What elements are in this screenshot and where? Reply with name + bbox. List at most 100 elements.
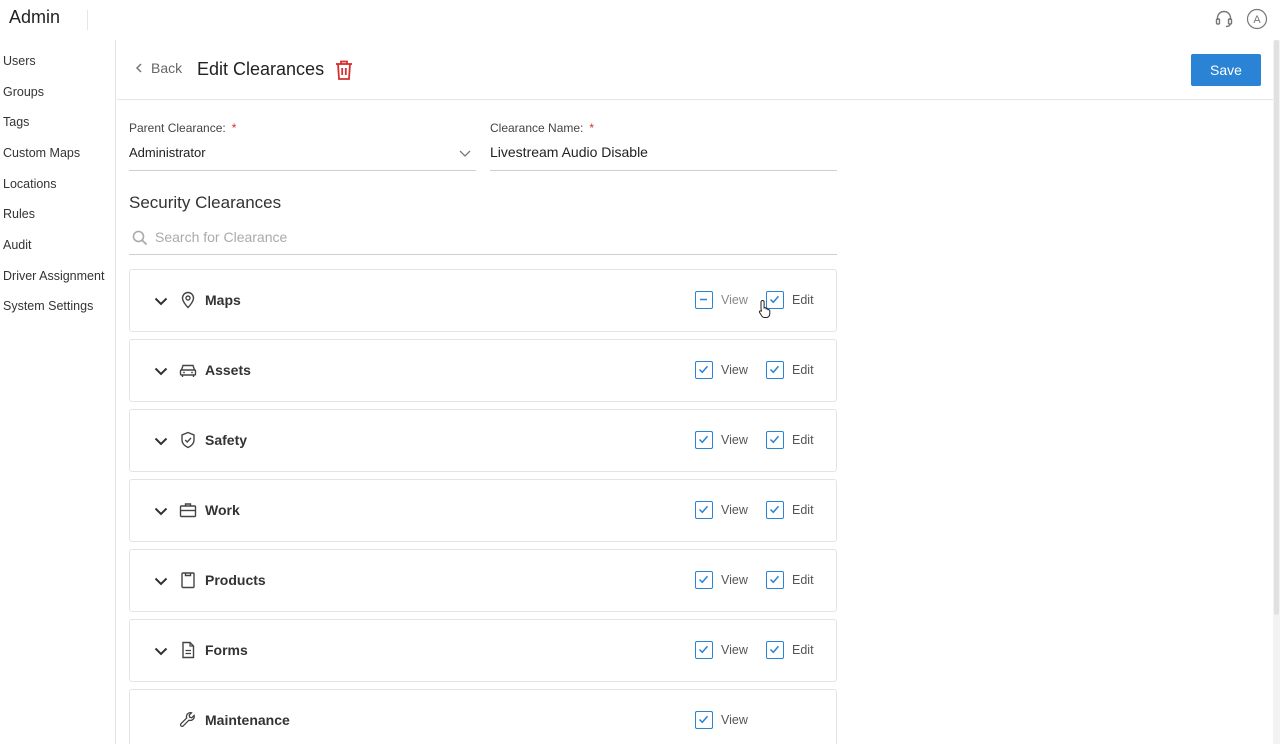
required-marker: *	[231, 121, 237, 135]
clearance-card-maps: Maps View Edit	[129, 269, 837, 332]
map-pin-icon	[181, 291, 195, 309]
edit-checkbox[interactable]: Edit	[766, 431, 814, 449]
edit-checkbox[interactable]: Edit	[766, 291, 814, 309]
chevron-down-icon[interactable]	[152, 432, 170, 450]
view-checkbox[interactable]: View	[695, 361, 748, 379]
document-icon	[182, 641, 195, 659]
checkmark-icon	[766, 361, 784, 379]
view-label: View	[721, 713, 748, 727]
clearance-name-label-text: Clearance Name:	[490, 121, 584, 135]
car-icon	[179, 364, 197, 377]
sidebar-item-custom-maps[interactable]: Custom Maps	[3, 146, 80, 160]
main-content: Back Edit Clearances Save Parent Clearan…	[117, 40, 1273, 744]
trash-icon[interactable]	[333, 58, 355, 82]
clearance-name: Forms	[205, 642, 248, 658]
clearance-card-products: Products View Edit	[129, 549, 837, 612]
scrollbar-thumb[interactable]	[1274, 40, 1279, 615]
checkmark-icon	[695, 641, 713, 659]
clearance-name: Maps	[205, 292, 241, 308]
top-bar: Admin A	[0, 0, 1280, 40]
search-underline	[129, 254, 837, 255]
clipboard-icon	[181, 572, 195, 589]
chevron-down-icon[interactable]	[152, 572, 170, 590]
view-checkbox[interactable]: View	[695, 711, 748, 729]
edit-checkbox[interactable]: Edit	[766, 361, 814, 379]
edit-label: Edit	[792, 503, 814, 517]
view-checkbox[interactable]: View	[695, 641, 748, 659]
checkmark-icon	[766, 501, 784, 519]
view-checkbox[interactable]: View	[695, 431, 748, 449]
section-title: Security Clearances	[129, 193, 282, 212]
parent-clearance-underline	[129, 170, 476, 171]
checkmark-icon	[766, 641, 784, 659]
shield-check-icon	[181, 431, 195, 449]
view-label: View	[721, 293, 748, 307]
parent-clearance-select[interactable]: Administrator	[129, 145, 206, 160]
view-checkbox[interactable]: View	[695, 501, 748, 519]
sidebar-item-audit[interactable]: Audit	[3, 238, 32, 252]
chevron-down-icon[interactable]	[458, 146, 472, 160]
checkmark-icon	[766, 571, 784, 589]
edit-label: Edit	[792, 433, 814, 447]
sidebar-item-groups[interactable]: Groups	[3, 85, 44, 99]
edit-checkbox[interactable]: Edit	[766, 571, 814, 589]
clearance-name-input[interactable]: Livestream Audio Disable	[490, 144, 648, 160]
sidebar-item-driver-assignment[interactable]: Driver Assignment	[3, 269, 104, 283]
clearance-name: Maintenance	[205, 712, 290, 728]
clearance-search-input[interactable]	[155, 226, 835, 248]
chevron-down-icon[interactable]	[152, 362, 170, 380]
sidebar-item-users[interactable]: Users	[3, 54, 36, 68]
clearance-card-safety: Safety View Edit	[129, 409, 837, 472]
wrench-icon	[179, 712, 195, 727]
edit-label: Edit	[792, 293, 814, 307]
sidebar-item-locations[interactable]: Locations	[3, 177, 57, 191]
hand-cursor-icon	[758, 299, 771, 318]
view-label: View	[721, 643, 748, 657]
checkmark-icon	[695, 501, 713, 519]
view-checkbox[interactable]: View	[695, 291, 748, 309]
clearance-name: Assets	[205, 362, 251, 378]
indeterminate-checkbox-icon	[695, 291, 713, 309]
view-label: View	[721, 503, 748, 517]
back-label: Back	[151, 60, 183, 76]
clearance-card-work: Work View Edit	[129, 479, 837, 542]
view-checkbox[interactable]: View	[695, 571, 748, 589]
clearance-name-underline	[490, 170, 837, 171]
clearance-card-forms: Forms View Edit	[129, 619, 837, 682]
account-icon[interactable]: A	[1246, 8, 1268, 30]
edit-checkbox[interactable]: Edit	[766, 641, 814, 659]
checkmark-icon	[695, 431, 713, 449]
headset-icon[interactable]	[1213, 8, 1235, 30]
required-marker: *	[589, 121, 595, 135]
parent-clearance-label: Parent Clearance: *	[129, 121, 236, 135]
save-button[interactable]: Save	[1191, 54, 1261, 86]
chevron-down-icon[interactable]	[152, 642, 170, 660]
checkmark-icon	[695, 361, 713, 379]
top-divider	[87, 10, 88, 30]
account-letter: A	[1253, 14, 1261, 26]
back-button[interactable]: Back	[135, 60, 182, 76]
clearance-name-label: Clearance Name: *	[490, 121, 594, 135]
briefcase-icon	[179, 503, 197, 518]
checkmark-icon	[695, 571, 713, 589]
clearance-name: Work	[205, 502, 240, 518]
clearance-name: Products	[205, 572, 266, 588]
chevron-left-icon	[135, 63, 142, 73]
sidebar-item-rules[interactable]: Rules	[3, 207, 35, 221]
chevron-down-icon[interactable]	[152, 502, 170, 520]
sidebar-item-system-settings[interactable]: System Settings	[3, 299, 93, 313]
edit-label: Edit	[792, 573, 814, 587]
chevron-down-icon[interactable]	[152, 292, 170, 310]
page-header: Back Edit Clearances Save	[117, 40, 1273, 100]
edit-label: Edit	[792, 363, 814, 377]
checkmark-icon	[695, 711, 713, 729]
view-label: View	[721, 573, 748, 587]
sidebar-item-tags[interactable]: Tags	[3, 115, 29, 129]
app-title: Admin	[9, 7, 61, 27]
search-icon	[132, 230, 148, 246]
sidebar: Users Groups Tags Custom Maps Locations …	[0, 40, 116, 744]
parent-clearance-label-text: Parent Clearance:	[129, 121, 226, 135]
edit-checkbox[interactable]: Edit	[766, 501, 814, 519]
clearance-card-assets: Assets View Edit	[129, 339, 837, 402]
checkmark-icon	[766, 431, 784, 449]
